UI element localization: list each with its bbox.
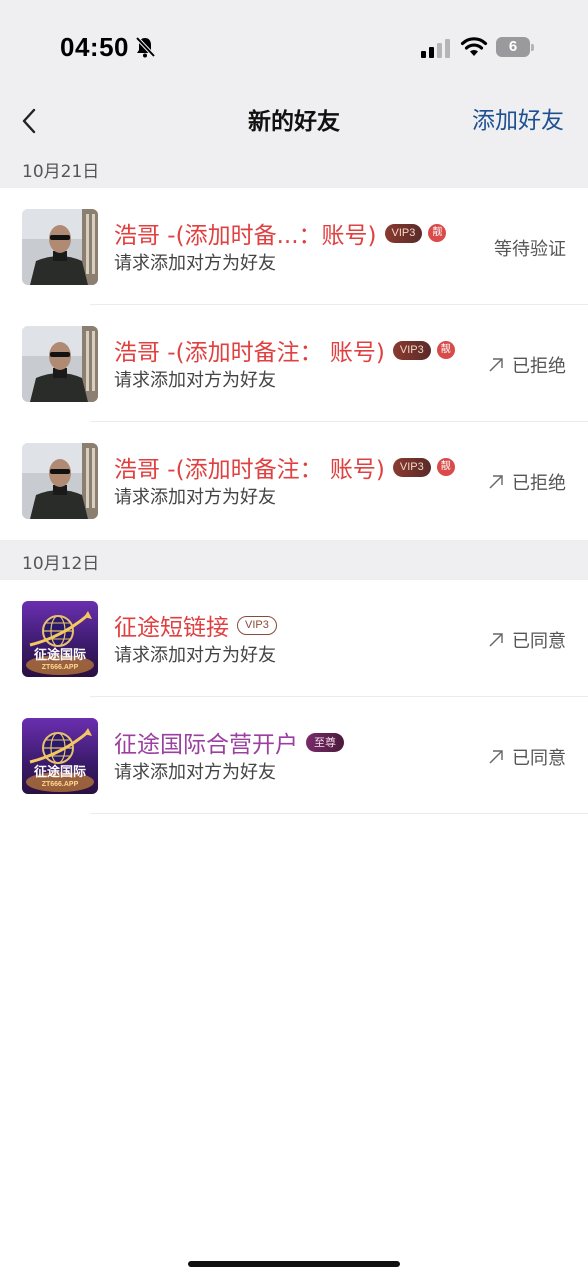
liang-badge: 靓: [436, 458, 455, 476]
vip-badge: VIP3: [237, 615, 277, 635]
status-bar: 04:50 6: [0, 0, 588, 92]
request-status: 已拒绝: [488, 352, 566, 378]
logo-title: 征途国际: [33, 648, 86, 663]
battery-icon: 6: [496, 37, 534, 57]
add-friend-button[interactable]: 添加好友: [472, 101, 564, 135]
request-status: 已同意: [488, 744, 566, 770]
friend-name: 征途国际合营开户: [114, 732, 298, 758]
friend-name: 浩哥 -(添加时备...：账号): [114, 223, 377, 249]
nav-bar: 新的好友 添加好友: [0, 92, 588, 148]
section-date-header: 10月12日: [0, 540, 588, 580]
name-line: 征途国际合营开户 至尊: [114, 725, 344, 759]
request-status: 等待验证: [494, 235, 566, 261]
vip-badge: VIP3: [384, 223, 423, 243]
name-line: 征途短链接 VIP3: [114, 608, 277, 642]
home-indicator[interactable]: [188, 1261, 400, 1267]
status-label: 等待验证: [494, 239, 566, 260]
name-line: 浩哥 -(添加时备...：账号) VIP3 靓: [114, 216, 447, 250]
request-status: 已拒绝: [488, 469, 566, 495]
arrow-up-right-icon: [489, 358, 503, 372]
liang-badge: 靓: [428, 224, 447, 242]
status-label: 已同意: [512, 748, 566, 769]
app-logo-avatar[interactable]: 征途国际 ZT666.APP: [22, 718, 98, 794]
app-logo-avatar[interactable]: 征途国际 ZT666.APP: [22, 601, 98, 677]
name-line: 浩哥 -(添加时备注： 账号) VIP3 靓: [114, 333, 455, 367]
bell-slash-icon: [135, 36, 156, 58]
arrow-up-right-icon: [489, 633, 503, 647]
arrow-up-right-icon: [489, 750, 503, 764]
section-date: 10月21日: [22, 162, 100, 182]
avatar[interactable]: [22, 209, 98, 285]
status-label: 已拒绝: [512, 356, 566, 377]
liang-badge: 靓: [436, 341, 455, 359]
request-message: 请求添加对方为好友: [114, 370, 276, 391]
friend-name: 浩哥 -(添加时备注： 账号): [114, 457, 385, 483]
logo-title: 征途国际: [33, 765, 86, 780]
status-time: 04:50: [60, 32, 129, 62]
cellular-signal-icon: [421, 39, 450, 58]
battery-level: 6: [496, 37, 530, 57]
status-label: 已同意: [512, 631, 566, 652]
friend-name: 浩哥 -(添加时备注： 账号): [114, 340, 385, 366]
vip-badge: VIP3: [392, 340, 431, 360]
name-line: 浩哥 -(添加时备注： 账号) VIP3 靓: [114, 450, 455, 484]
logo-subtitle: ZT666.APP: [41, 781, 79, 788]
friend-request-row[interactable]: 征途国际 ZT666.APP 征途短链接 VIP3 请求添加对方为好友 已同意: [0, 580, 588, 697]
request-message: 请求添加对方为好友: [114, 645, 276, 666]
zhizun-badge: 至尊: [306, 732, 344, 752]
friend-request-row[interactable]: 浩哥 -(添加时备注： 账号) VIP3 靓 请求添加对方为好友 已拒绝: [0, 422, 588, 539]
avatar[interactable]: [22, 443, 98, 519]
request-message: 请求添加对方为好友: [114, 762, 276, 783]
friend-request-row[interactable]: 征途国际 ZT666.APP 征途国际合营开户 至尊 请求添加对方为好友 已同意: [0, 697, 588, 814]
vip-badge: VIP3: [392, 457, 431, 477]
request-message: 请求添加对方为好友: [114, 253, 276, 274]
friend-request-row[interactable]: 浩哥 -(添加时备注： 账号) VIP3 靓 请求添加对方为好友 已拒绝: [0, 305, 588, 422]
request-message: 请求添加对方为好友: [114, 487, 276, 508]
section-date: 10月12日: [22, 554, 100, 574]
request-status: 已同意: [488, 627, 566, 653]
section-date-header: 10月21日: [0, 148, 588, 188]
avatar[interactable]: [22, 326, 98, 402]
status-label: 已拒绝: [512, 473, 566, 494]
logo-subtitle: ZT666.APP: [41, 664, 79, 671]
friend-name: 征途短链接: [114, 615, 229, 641]
friend-request-row[interactable]: 浩哥 -(添加时备...：账号) VIP3 靓 请求添加对方为好友 等待验证: [0, 188, 588, 305]
wifi-icon: [460, 37, 488, 56]
arrow-up-right-icon: [489, 475, 503, 489]
